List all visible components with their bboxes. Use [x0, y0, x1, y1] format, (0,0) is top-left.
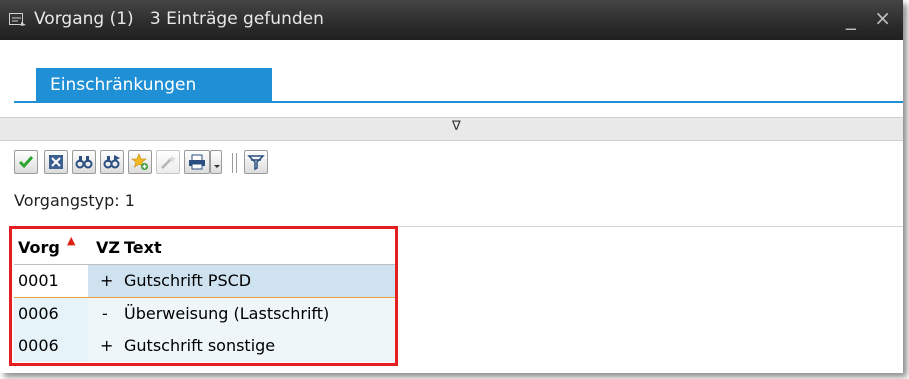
toolbar-separator: [232, 153, 233, 173]
filter-icon[interactable]: [244, 150, 268, 174]
cell-vorg: 0001: [18, 271, 59, 290]
cell-vz: +: [100, 271, 114, 290]
table-header: Vorg ▲ VZ Text: [14, 230, 398, 265]
table-row[interactable]: 0006 + Gutschrift sonstige: [14, 330, 398, 362]
favorite-add-icon[interactable]: [128, 150, 152, 174]
results-table: Vorg ▲ VZ Text 0001 + Gutschrift PSCD 000…: [14, 230, 398, 362]
dialog-window: Vorgang (1) 3 Einträge gefunden _ × Eins…: [0, 0, 903, 373]
cell-vorg: 0006: [18, 304, 59, 323]
close-button[interactable]: ×: [874, 6, 897, 30]
title-bar: Vorgang (1) 3 Einträge gefunden _ ×: [0, 0, 903, 40]
dropdown-icon[interactable]: [210, 150, 222, 174]
cell-vz: +: [100, 336, 114, 355]
cell-vz: -: [102, 304, 108, 323]
dialog-icon: [9, 12, 27, 26]
collapse-bar: ∇: [0, 117, 903, 141]
cell-text: Gutschrift sonstige: [124, 336, 276, 355]
find-icon[interactable]: [72, 150, 96, 174]
tab-underline: [14, 101, 903, 103]
column-header-vz[interactable]: VZ: [96, 238, 120, 257]
cancel-icon[interactable]: [44, 150, 68, 174]
toolbar-separator: [236, 153, 237, 173]
filter-info: Vorgangstyp: 1: [14, 191, 135, 210]
column-header-vorg[interactable]: Vorg ▲: [18, 234, 75, 257]
column-header-text[interactable]: Text: [124, 238, 162, 257]
cell-text: Überweisung (Lastschrift): [124, 304, 330, 323]
divider: [14, 226, 903, 227]
cell-text: Gutschrift PSCD: [124, 271, 252, 290]
cell-vorg: 0006: [18, 336, 59, 355]
print-icon[interactable]: [184, 150, 210, 174]
magic-wand-icon[interactable]: [156, 150, 180, 174]
window-title: Vorgang (1) 3 Einträge gefunden: [34, 9, 324, 29]
minimize-button[interactable]: _: [846, 6, 862, 30]
sort-ascending-icon: ▲: [67, 234, 76, 247]
tab-strip: Einschränkungen: [0, 40, 903, 102]
table-row[interactable]: 0006 - Überweisung (Lastschrift): [14, 298, 398, 330]
tab-einschraenkungen[interactable]: Einschränkungen: [36, 68, 272, 102]
table-row[interactable]: 0001 + Gutschrift PSCD: [14, 265, 398, 298]
collapse-toggle-icon[interactable]: ∇: [452, 119, 461, 134]
check-icon[interactable]: [14, 150, 38, 174]
find-next-icon[interactable]: [100, 150, 124, 174]
